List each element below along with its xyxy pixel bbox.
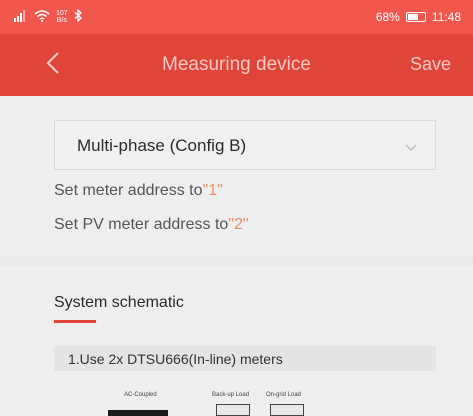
title-underline [54,320,96,323]
schematic-card: System schematic 1.Use 2x DTSU666(In-lin… [0,266,473,416]
signal-icon [14,9,28,25]
pv-meter-address-instruction: Set PV meter address to"2" [54,216,249,234]
clock: 11:48 [431,10,461,24]
wifi-icon [34,9,50,25]
status-right: 68% 11:48 [376,10,461,24]
network-speed: 107 B/s [56,10,68,24]
backup-load-label: Back-up Load [212,392,250,398]
pv-meter-address-value: "2" [228,216,249,233]
ongrid-load-label: On-grid Load [266,392,302,398]
chevron-down-icon [405,139,417,157]
config-dropdown[interactable]: Multi-phase (Config B) [54,120,436,170]
schematic-note: 1.Use 2x DTSU666(In-line) meters [54,346,436,371]
meter-address-value: "1" [202,182,223,199]
schematic-diagram: AC-Coupled Back-up Load On-grid Load [100,388,340,416]
page-title: Measuring device [162,54,311,75]
inverter-block [108,410,168,416]
meter-address-instruction: Set meter address to"1" [54,182,223,200]
schematic-note-text: 1.Use 2x DTSU666(In-line) meters [68,351,283,367]
network-speed-unit: B/s [56,17,67,24]
battery-percent: 68% [375,10,400,24]
backup-load-box [216,404,250,416]
meter-address-label: Set meter address to [54,182,203,199]
section-title: System schematic [54,294,184,311]
battery-fill [407,14,419,20]
status-left: 107 B/s [14,8,83,25]
network-speed-value: 107 [56,10,68,17]
status-bar: 107 B/s 68% 11:48 [0,0,473,34]
bluetooth-icon [74,8,83,25]
ac-coupled-label: AC-Coupled [124,392,157,398]
app-header: Measuring device Save [0,34,473,96]
ongrid-load-box [270,404,304,416]
config-card: Multi-phase (Config B) Set meter address… [0,96,473,256]
config-dropdown-value: Multi-phase (Config B) [77,136,247,155]
save-button[interactable]: Save [410,54,451,75]
battery-icon [405,12,426,22]
pv-meter-address-label: Set PV meter address to [54,216,229,233]
